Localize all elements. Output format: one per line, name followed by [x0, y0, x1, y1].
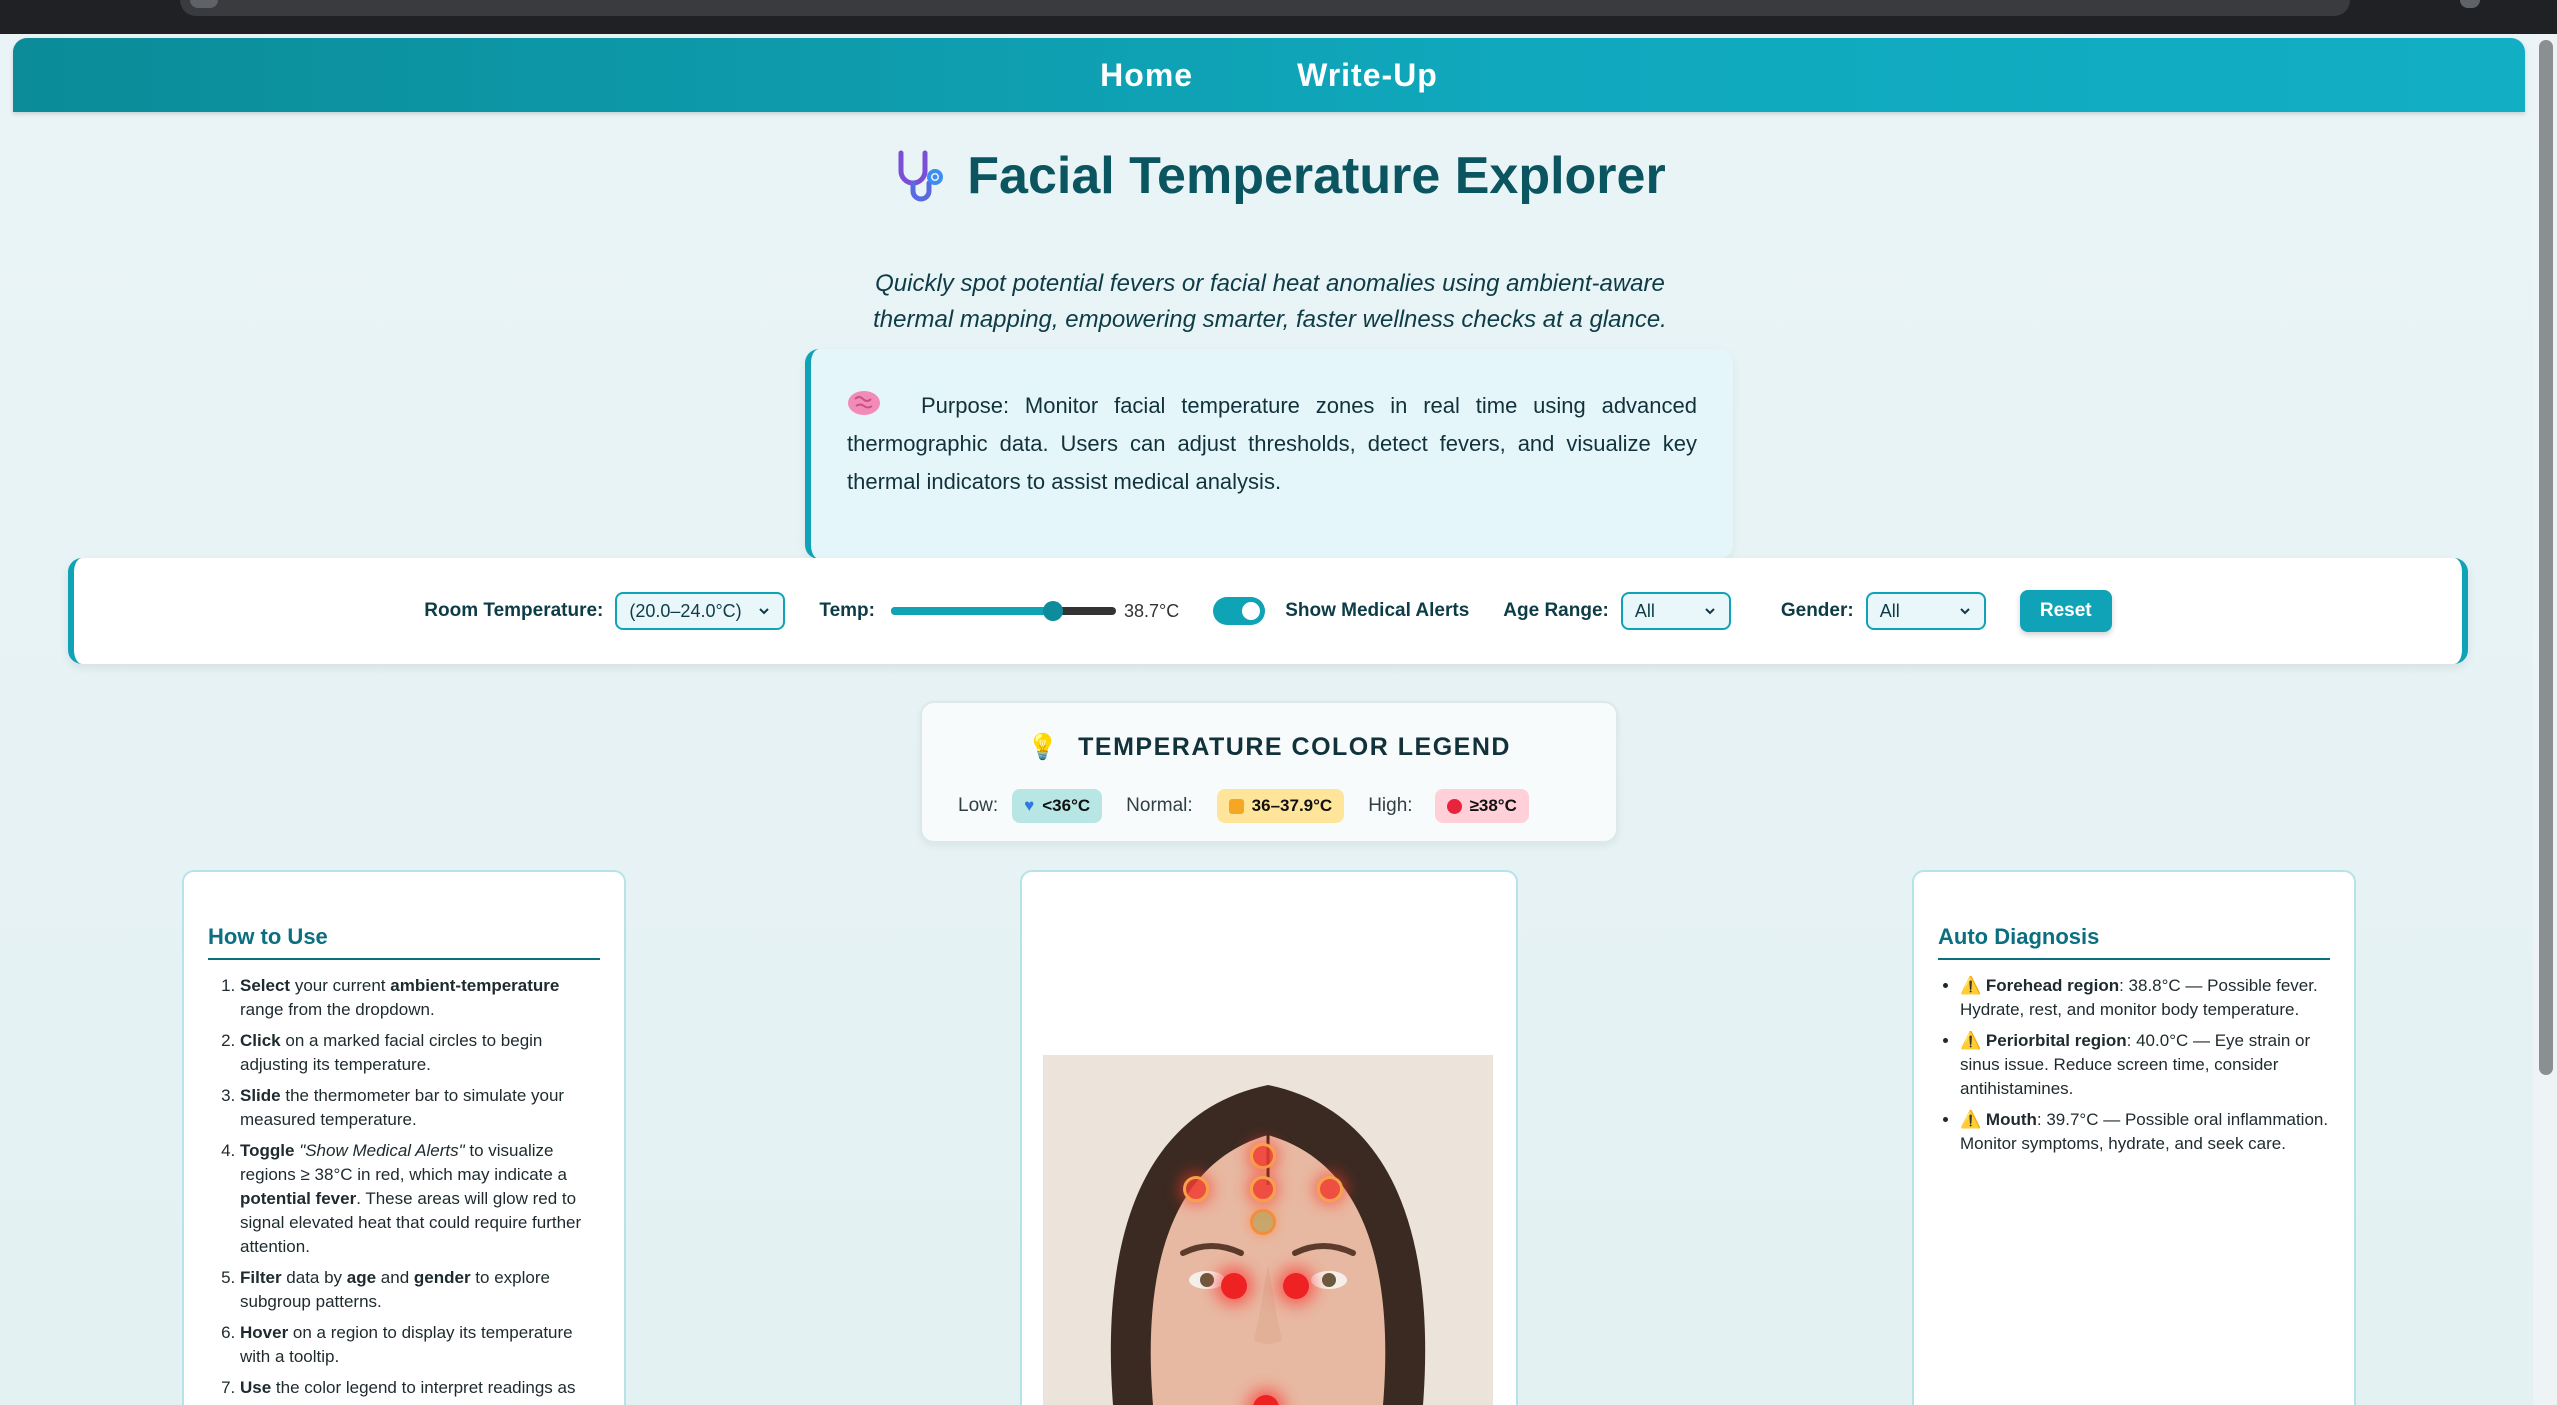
how-to-use-card: How to Use Select your current ambient-t… — [182, 870, 626, 1405]
thermal-point-forehead-right[interactable] — [1317, 1176, 1343, 1202]
thermal-point-forehead-left[interactable] — [1183, 1176, 1209, 1202]
temp-slider[interactable] — [890, 596, 1116, 626]
age-range-value: All — [1634, 600, 1655, 621]
legend-normal-value: 36–37.9°C — [1251, 796, 1333, 815]
temp-label: Temp: — [819, 600, 875, 621]
list-item: Toggle "Show Medical Alerts" to visualiz… — [240, 1139, 600, 1259]
room-temp-label: Room Temperature: — [424, 600, 604, 621]
stethoscope-icon — [898, 150, 944, 202]
slider-thumb[interactable] — [1042, 601, 1063, 621]
legend-low-value: <36°C — [1042, 796, 1091, 815]
legend-high-value: ≥38°C — [1469, 796, 1517, 815]
chevron-down-icon — [759, 608, 770, 615]
auto-diagnosis-card: Auto Diagnosis ⚠️ Forehead region: 38.8°… — [1912, 870, 2356, 1405]
red-circle-icon — [1446, 798, 1462, 814]
nav-home-link[interactable]: Home — [1100, 57, 1193, 94]
page-subtitle: Quickly spot potential fevers or facial … — [840, 266, 1700, 355]
list-item: Click on a marked facial circles to begi… — [240, 1029, 600, 1077]
brain-icon — [848, 391, 880, 415]
list-item: Hover on a region to display its tempera… — [240, 1321, 600, 1369]
nav-writeup-link[interactable]: Write-Up — [1297, 57, 1438, 94]
legend-normal-chip: 36–37.9°C — [1216, 789, 1345, 823]
gender-select[interactable]: All — [1865, 592, 1986, 630]
how-to-use-steps: Select your current ambient-temperature … — [208, 974, 600, 1400]
slider-fill — [890, 607, 1053, 615]
chevron-down-icon — [1960, 608, 1970, 615]
legend-normal-label: Normal: — [1126, 795, 1193, 816]
reset-button[interactable]: Reset — [2019, 590, 2112, 632]
chevron-down-icon — [1705, 608, 1715, 615]
profile-icon[interactable] — [2460, 0, 2480, 8]
warning-icon: ⚠️ — [1960, 976, 1982, 995]
list-item: ⚠️ Forehead region: 38.8°C — Possible fe… — [1960, 974, 2330, 1022]
diagnosis-list: ⚠️ Forehead region: 38.8°C — Possible fe… — [1938, 974, 2330, 1156]
auto-diagnosis-title: Auto Diagnosis — [1938, 924, 2330, 960]
legend-low-chip: ♥ <36°C — [1012, 789, 1103, 823]
thermal-point-forehead-center[interactable] — [1250, 1176, 1276, 1202]
gender-value: All — [1879, 600, 1900, 621]
gender-label: Gender: — [1780, 600, 1854, 621]
purpose-text: Purpose: Monitor facial temperature zone… — [847, 393, 1697, 494]
face-image — [1043, 1055, 1493, 1405]
toggle-knob — [1242, 602, 1261, 620]
how-to-use-title: How to Use — [208, 924, 600, 960]
age-range-select[interactable]: All — [1620, 592, 1731, 630]
page-title: Facial Temperature Explorer — [967, 147, 1666, 205]
legend-title-row: 💡 TEMPERATURE COLOR LEGEND — [922, 733, 1616, 762]
list-item: Slide the thermometer bar to simulate yo… — [240, 1084, 600, 1132]
warning-icon: ⚠️ — [1960, 1110, 1982, 1129]
thermal-point-glabella[interactable] — [1250, 1209, 1276, 1235]
temperature-legend: 💡 TEMPERATURE COLOR LEGEND Low: ♥ <36°C … — [920, 701, 1618, 843]
medical-alerts-toggle[interactable] — [1213, 597, 1266, 625]
room-temp-value: (20.0–24.0°C) — [629, 600, 742, 621]
list-item: Use the color legend to interpret readin… — [240, 1376, 600, 1400]
page-scrollbar[interactable] — [2533, 34, 2557, 1405]
purpose-callout: Purpose: Monitor facial temperature zone… — [805, 349, 1733, 559]
thermal-point-periorbital-right[interactable] — [1283, 1273, 1309, 1299]
address-bar[interactable] — [180, 0, 2350, 16]
age-range-label: Age Range: — [1503, 600, 1609, 621]
warning-icon: ⚠️ — [1960, 1031, 1982, 1050]
title-row: Facial Temperature Explorer — [0, 146, 2557, 206]
list-item: Select your current ambient-temperature … — [240, 974, 600, 1022]
list-item: ⚠️ Periorbital region: 40.0°C — Eye stra… — [1960, 1029, 2330, 1101]
list-item: ⚠️ Mouth: 39.7°C — Possible oral inflamm… — [1960, 1108, 2330, 1156]
legend-row: Low: ♥ <36°C Normal: 36–37.9°C High: ≥38… — [958, 789, 1529, 823]
thermal-point-periorbital-left[interactable] — [1221, 1273, 1247, 1299]
legend-high-chip: ≥38°C — [1434, 789, 1529, 823]
medical-alerts-label: Show Medical Alerts — [1285, 600, 1470, 621]
legend-high-label: High: — [1368, 795, 1413, 816]
thermal-point-forehead-top[interactable] — [1250, 1143, 1276, 1169]
legend-title: TEMPERATURE COLOR LEGEND — [1078, 733, 1511, 761]
orange-square-icon — [1228, 798, 1244, 814]
lightbulb-icon: 💡 — [1027, 733, 1060, 761]
legend-low-label: Low: — [958, 795, 999, 816]
temp-value: 38.7°C — [1123, 600, 1180, 621]
top-nav: Home Write-Up — [13, 38, 2525, 112]
controls-panel: Room Temperature: (20.0–24.0°C) Temp: 38… — [68, 558, 2468, 664]
blue-heart-icon: ♥ — [1024, 796, 1035, 815]
room-temp-select[interactable]: (20.0–24.0°C) — [615, 592, 786, 630]
list-item: Filter data by age and gender to explore… — [240, 1266, 600, 1314]
tab-favicon — [190, 0, 218, 8]
browser-top-bar — [0, 0, 2557, 34]
